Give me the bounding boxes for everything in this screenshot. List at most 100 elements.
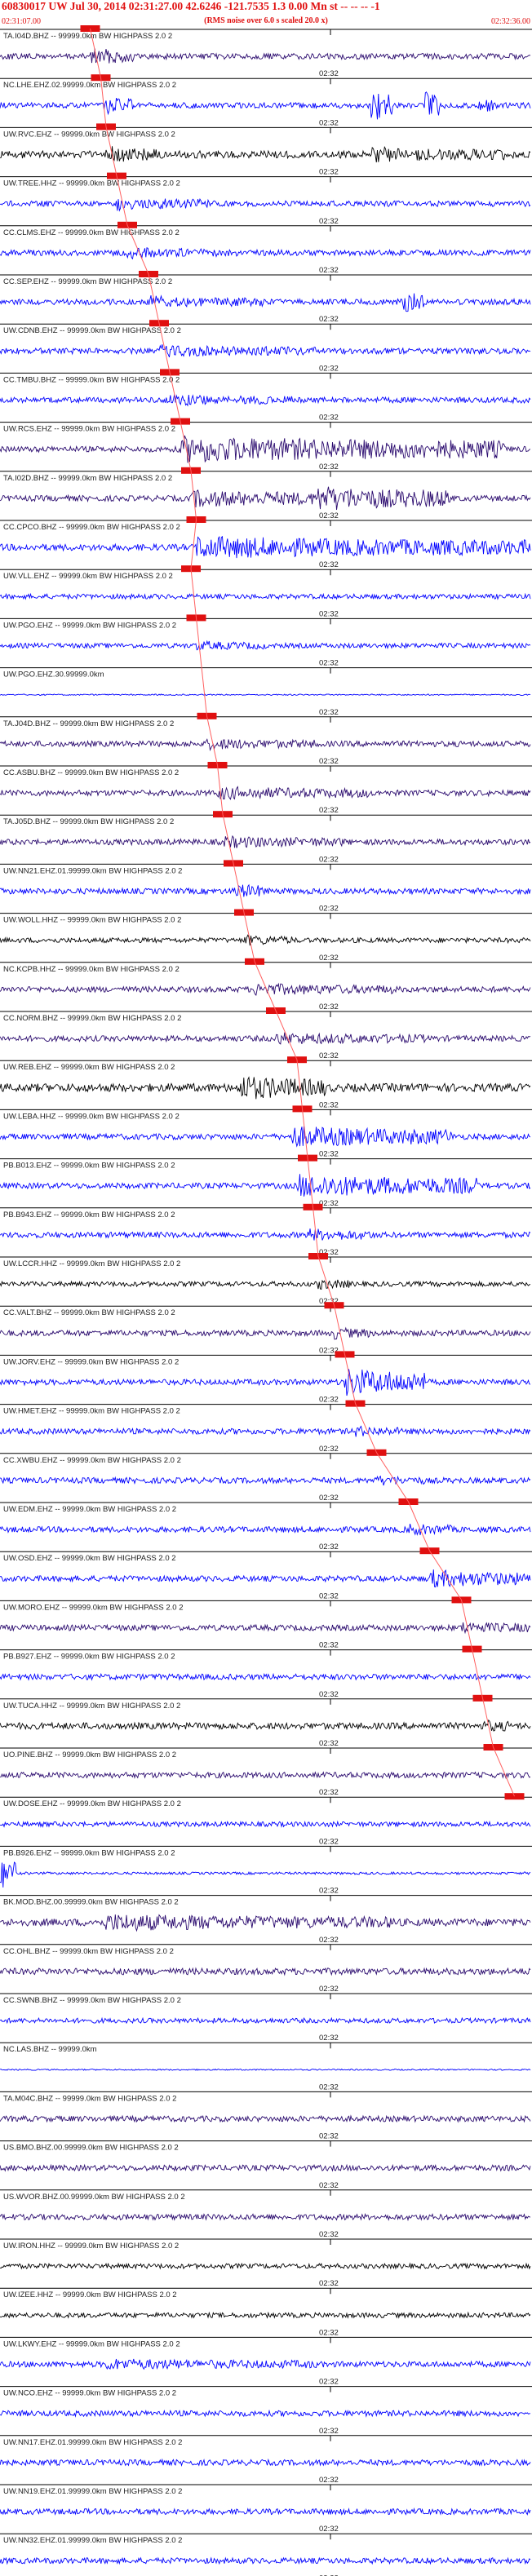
minute-tick-label: 02:32 — [319, 2132, 339, 2141]
waveform-trace — [0, 883, 531, 897]
waveform-trace — [0, 48, 531, 64]
waveform-trace — [0, 1228, 531, 1241]
station-label: UW.NN19.EHZ.01.99999.0km BW HIGHPASS 2.0… — [3, 2487, 182, 2496]
station-label: UW.RVC.EHZ -- 99999.0km BW HIGHPASS 2.0 … — [3, 130, 175, 139]
waveform-trace — [0, 535, 531, 559]
minute-tick-label: 02:32 — [319, 806, 339, 815]
waveform-trace — [0, 738, 531, 752]
waveform-trace — [0, 247, 531, 260]
minute-tick-label: 02:32 — [319, 954, 339, 963]
station-label: CC.CPCO.BHZ -- 99999.0km BW HIGHPASS 2.0… — [3, 523, 180, 532]
station-label: CC.TMBU.BHZ -- 99999.0km BW HIGHPASS 2.0… — [3, 375, 180, 384]
station-label: CC.OHL.BHZ -- 99999.0km BW HIGHPASS 2.0 … — [3, 1947, 174, 1956]
minute-tick-label: 02:32 — [319, 1445, 339, 1454]
station-label: UW.PGO.EHZ -- 99999.0km BW HIGHPASS 2.0 … — [3, 621, 176, 630]
station-label: UW.CDNB.EHZ -- 99999.0km BW HIGHPASS 2.0… — [3, 326, 181, 335]
minute-tick-label: 02:32 — [319, 463, 339, 471]
station-label: CC.CLMS.EHZ -- 99999.0km BW HIGHPASS 2.0… — [3, 228, 180, 237]
waveform-trace — [0, 2409, 531, 2418]
waveform-trace — [0, 2163, 531, 2172]
minute-tick-label: 02:32 — [319, 659, 339, 668]
minute-tick-label: 02:32 — [319, 1396, 339, 1405]
station-label: UW.RCS.EHZ -- 99999.0km BW HIGHPASS 2.0 … — [3, 425, 175, 434]
station-label: UW.NN32.EHZ.01.99999.0km BW HIGHPASS 2.0… — [3, 2536, 182, 2545]
waveform-trace — [0, 640, 531, 651]
minute-tick-label: 02:32 — [319, 1837, 339, 1846]
minute-tick-label: 02:32 — [319, 414, 339, 423]
waveform-trace — [0, 834, 531, 848]
station-label: TA.J04D.BHZ -- 99999.0km BW HIGHPASS 2.0… — [3, 719, 174, 728]
station-label: CC.NORM.BHZ -- 99999.0km BW HIGHPASS 2.0… — [3, 1014, 181, 1023]
minute-tick-label: 02:32 — [319, 1788, 339, 1797]
waveform-trace — [0, 1672, 531, 1681]
minute-tick-label: 02:32 — [319, 1051, 339, 1060]
waveform-trace — [0, 394, 531, 407]
waveform-trace — [0, 2262, 531, 2270]
waveform-trace — [0, 1967, 531, 1976]
waveform-trace — [0, 2114, 531, 2123]
waveform-trace — [0, 1326, 531, 1340]
station-label: CC.SWNB.BHZ -- 99999.0km BW HIGHPASS 2.0… — [3, 1996, 181, 2005]
station-label: TA.J05D.BHZ -- 99999.0km BW HIGHPASS 2.0… — [3, 817, 174, 826]
station-label: UW.TREE.HHZ -- 99999.0km BW HIGHPASS 2.0… — [3, 179, 180, 188]
station-label: CC.ASBU.BHZ -- 99999.0km BW HIGHPASS 2.0… — [3, 768, 179, 777]
waveform-trace — [0, 1861, 531, 1888]
waveform-trace — [0, 1569, 531, 1588]
waveform-trace — [0, 786, 531, 800]
waveform-trace — [0, 1174, 531, 1197]
waveform-trace — [0, 1369, 531, 1396]
waveform-trace — [0, 2507, 531, 2516]
waveform-trace — [0, 1622, 531, 1635]
station-label: NC.LAS.BHZ -- 99999.0km — [3, 2045, 97, 2054]
waveform-trace — [0, 435, 531, 463]
waveform-trace — [0, 1523, 531, 1536]
minute-tick-label: 02:32 — [319, 118, 339, 127]
station-label: TA.M04C.BHZ -- 99999.0km BW HIGHPASS 2.0… — [3, 2094, 176, 2103]
minute-tick-label: 02:32 — [319, 2328, 339, 2337]
minute-tick-label: 02:32 — [319, 1543, 339, 1551]
station-label: PB.B927.EHZ -- 99999.0km BW HIGHPASS 2.0… — [3, 1653, 175, 1662]
minute-tick-label: 02:32 — [319, 1150, 339, 1159]
waveform-trace — [0, 344, 531, 358]
waveform-trace — [0, 1914, 531, 1932]
waveform-trace — [0, 293, 531, 312]
waveform-trace — [0, 2556, 531, 2565]
station-label: TA.I02D.BHZ -- 99999.0km BW HIGHPASS 2.0… — [3, 474, 172, 483]
minute-tick-label: 02:32 — [319, 69, 339, 78]
minute-tick-label: 02:32 — [319, 364, 339, 373]
minute-tick-label: 02:32 — [319, 1739, 339, 1748]
station-label: UW.PGO.EHZ.30.99999.0km — [3, 671, 104, 679]
minute-tick-label: 02:32 — [319, 757, 339, 766]
waveform-trace — [0, 1076, 531, 1100]
station-label: UW.NCO.EHZ -- 99999.0km BW HIGHPASS 2.0 … — [3, 2389, 176, 2398]
waveform-trace — [0, 934, 531, 946]
minute-tick-label: 02:32 — [319, 2476, 339, 2485]
minute-tick-label: 02:32 — [319, 2525, 339, 2534]
minute-tick-label: 02:32 — [319, 1690, 339, 1699]
station-label: UW.DOSE.EHZ -- 99999.0km BW HIGHPASS 2.0… — [3, 1799, 181, 1808]
station-label: CC.XWBU.EHZ -- 99999.0km BW HIGHPASS 2.0… — [3, 1456, 181, 1465]
waveform-trace — [0, 2213, 531, 2222]
minute-tick-label: 02:32 — [319, 609, 339, 618]
waveform-trace — [0, 1820, 531, 1828]
minute-tick-label: 02:32 — [319, 855, 339, 864]
waveform-trace — [0, 2311, 531, 2319]
minute-tick-label: 02:32 — [319, 1494, 339, 1503]
station-label: UW.JORV.EHZ -- 99999.0km BW HIGHPASS 2.0… — [3, 1357, 179, 1366]
station-label: UW.NN21.EHZ.01.99999.0km BW HIGHPASS 2.0… — [3, 866, 182, 875]
minute-tick-label: 02:32 — [319, 1591, 339, 1600]
station-label: NC.KCPB.HHZ -- 99999.0km BW HIGHPASS 2.0… — [3, 965, 180, 974]
minute-tick-label: 02:32 — [319, 315, 339, 324]
waveform-trace — [0, 91, 531, 120]
station-label: UW.IRON.HHZ -- 99999.0km BW HIGHPASS 2.0… — [3, 2242, 179, 2251]
waveform-trace — [0, 1771, 531, 1780]
station-label: UW.TUCA.HHZ -- 99999.0km BW HIGHPASS 2.0… — [3, 1702, 180, 1711]
waveform-trace — [0, 1279, 531, 1290]
waveform-trace — [0, 2016, 531, 2025]
minute-tick-label: 02:32 — [319, 2034, 339, 2043]
waveform-trace — [0, 1126, 531, 1148]
station-label: UW.REB.EHZ -- 99999.0km BW HIGHPASS 2.0 … — [3, 1063, 175, 1072]
waveform-trace — [0, 2068, 531, 2071]
waveform-trace — [0, 1719, 531, 1732]
station-label: US.BMO.BHZ.00.99999.0km BW HIGHPASS 2.0 … — [3, 2144, 179, 2153]
